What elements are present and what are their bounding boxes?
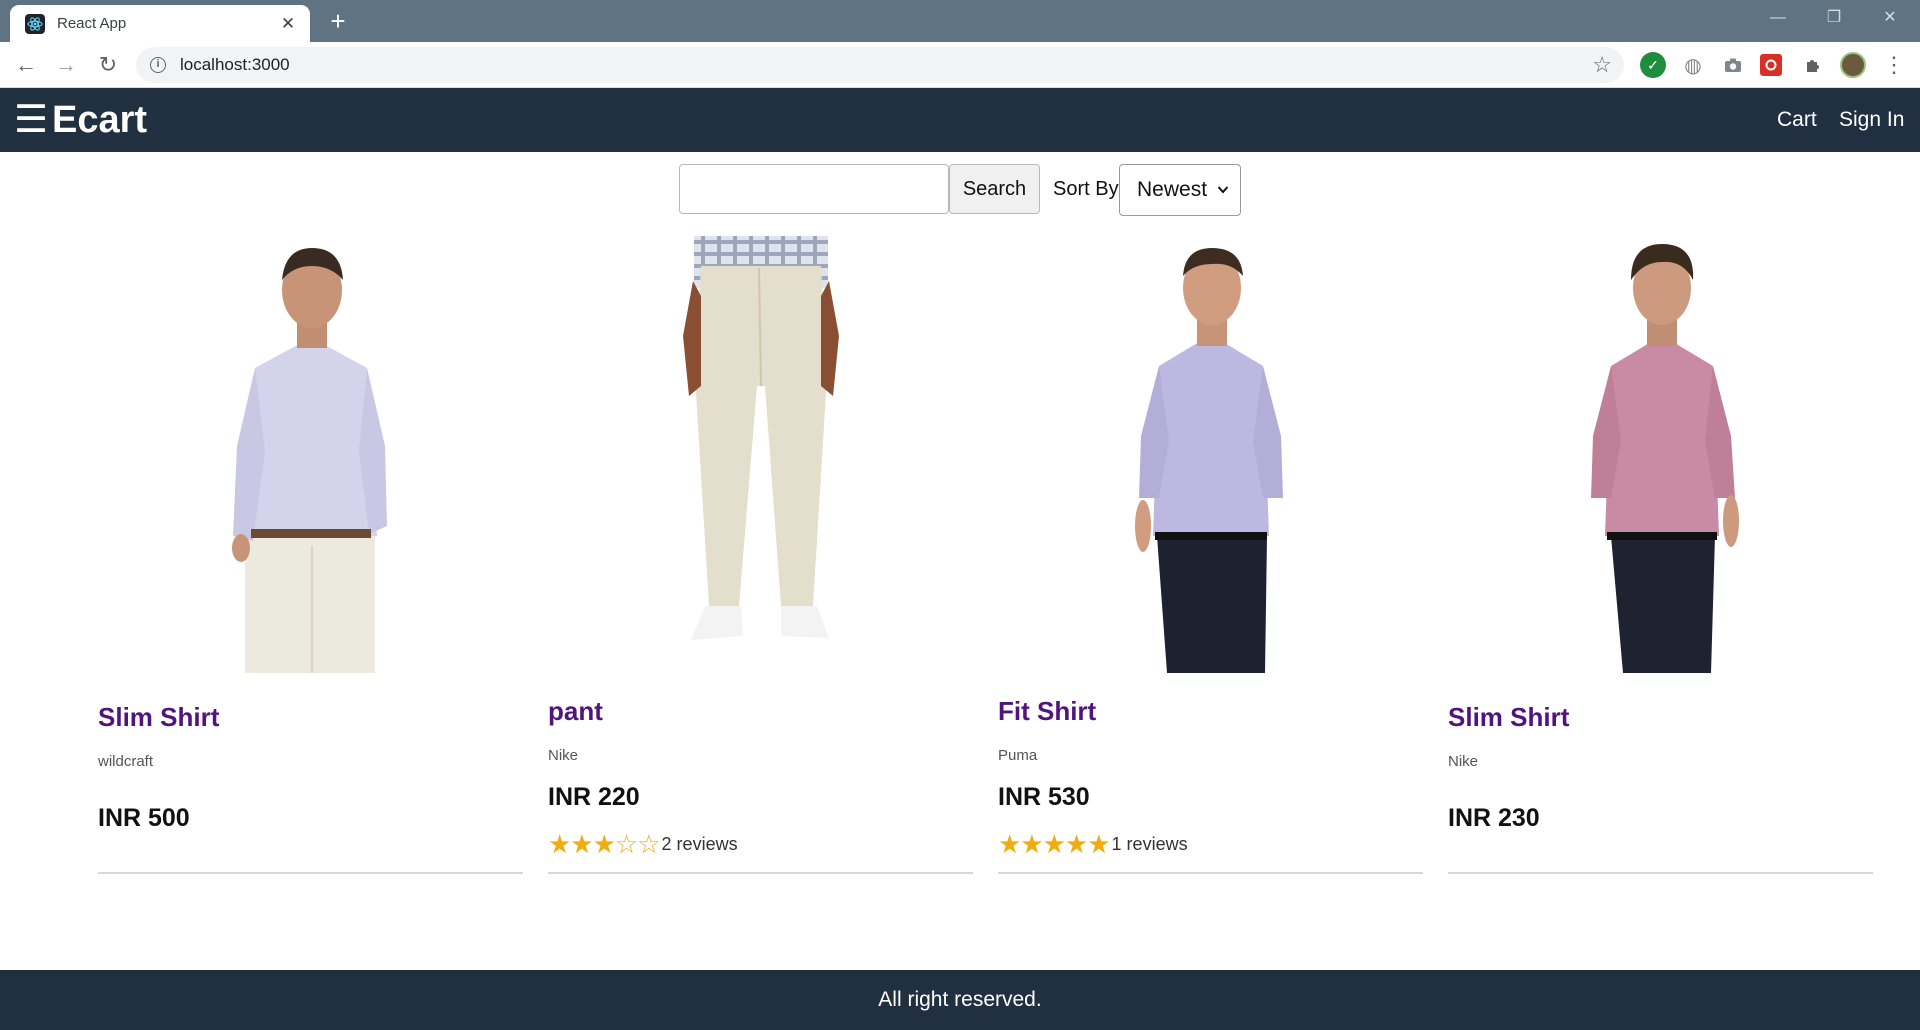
browser-menu-icon[interactable]: ⋮ [1878, 49, 1910, 81]
check-extension-icon[interactable]: ✓ [1640, 52, 1666, 78]
product-card: Fit Shirt Puma INR 530 ★★★★★ 1 reviews [998, 236, 1423, 874]
product-brand: Puma [998, 747, 1038, 764]
tab-close-icon[interactable]: ✕ [278, 14, 298, 34]
review-count: 1 reviews [1111, 833, 1188, 854]
red-extension-icon[interactable] [1760, 54, 1782, 76]
card-divider [998, 872, 1423, 874]
product-brand: Nike [548, 747, 579, 764]
product-image[interactable] [1448, 236, 1873, 673]
product-price: INR 530 [998, 783, 1090, 811]
product-image[interactable] [998, 236, 1423, 673]
product-name[interactable]: Slim Shirt [98, 702, 219, 732]
tab-title: React App [57, 15, 127, 32]
back-icon[interactable]: ← [10, 49, 42, 81]
site-info-icon[interactable]: i [150, 57, 166, 73]
search-button[interactable]: Search [949, 164, 1040, 214]
sort-selected-value: Newest [1137, 178, 1208, 201]
url-text: localhost:3000 [180, 55, 290, 74]
star-rating-icons: ★★★☆☆ [548, 829, 661, 859]
profile-avatar[interactable] [1840, 52, 1866, 78]
search-input[interactable] [679, 164, 949, 214]
product-price: INR 500 [98, 804, 190, 832]
minimize-icon[interactable]: — [1750, 0, 1806, 36]
address-bar[interactable]: i localhost:3000 ☆ [136, 47, 1624, 83]
chevron-down-icon [1217, 165, 1229, 236]
browser-tabstrip: React App ✕ + — ❐ ✕ [0, 0, 1920, 42]
product-image[interactable] [548, 236, 973, 673]
product-card: Slim Shirt wildcraft INR 500 [98, 236, 523, 874]
product-card: pant Nike INR 220 ★★★☆☆ 2 reviews [548, 236, 973, 874]
product-brand: wildcraft [98, 753, 154, 770]
restore-icon[interactable]: ❐ [1806, 0, 1862, 36]
card-divider [548, 872, 973, 874]
browser-tab[interactable]: React App ✕ [10, 5, 310, 42]
globe-extension-icon[interactable]: ◍ [1680, 52, 1706, 78]
sort-by-label: Sort By [1053, 178, 1119, 200]
cart-link[interactable]: Cart [1777, 108, 1817, 132]
react-logo-icon [25, 13, 45, 34]
star-rating-icons: ★★★★★ [998, 829, 1111, 859]
camera-extension-icon[interactable] [1720, 52, 1746, 78]
window-close-icon[interactable]: ✕ [1862, 0, 1918, 36]
product-price: INR 230 [1448, 804, 1540, 832]
product-name[interactable]: pant [548, 696, 603, 726]
extensions-puzzle-icon[interactable] [1800, 52, 1826, 78]
product-name[interactable]: Slim Shirt [1448, 702, 1569, 732]
forward-icon[interactable]: → [50, 49, 82, 81]
product-name[interactable]: Fit Shirt [998, 696, 1096, 726]
product-rating: ★★★★★ 1 reviews [998, 831, 1188, 857]
product-card: Slim Shirt Nike INR 230 [1448, 236, 1873, 874]
product-price: INR 220 [548, 783, 640, 811]
review-count: 2 reviews [661, 833, 738, 854]
browser-toolbar: ← → ↻ i localhost:3000 ☆ ✓ ◍ ⋮ [0, 42, 1920, 88]
new-tab-button[interactable]: + [322, 6, 354, 38]
filter-bar: Search Sort By Newest [0, 164, 1920, 216]
card-divider [98, 872, 523, 874]
card-divider [1448, 872, 1873, 874]
reload-icon[interactable]: ↻ [92, 49, 124, 81]
app-header: ☰ Ecart Cart Sign In [0, 88, 1920, 152]
sort-select[interactable]: Newest [1119, 164, 1241, 216]
product-brand: Nike [1448, 753, 1479, 770]
product-image[interactable] [98, 236, 523, 673]
bookmark-star-icon[interactable]: ☆ [1592, 52, 1612, 78]
page-footer: All right reserved. [0, 970, 1920, 1030]
hamburger-menu-icon[interactable]: ☰ [14, 101, 48, 139]
sign-in-link[interactable]: Sign In [1839, 108, 1904, 132]
product-rating: ★★★☆☆ 2 reviews [548, 831, 738, 857]
brand-logo-link[interactable]: Ecart [52, 100, 147, 140]
